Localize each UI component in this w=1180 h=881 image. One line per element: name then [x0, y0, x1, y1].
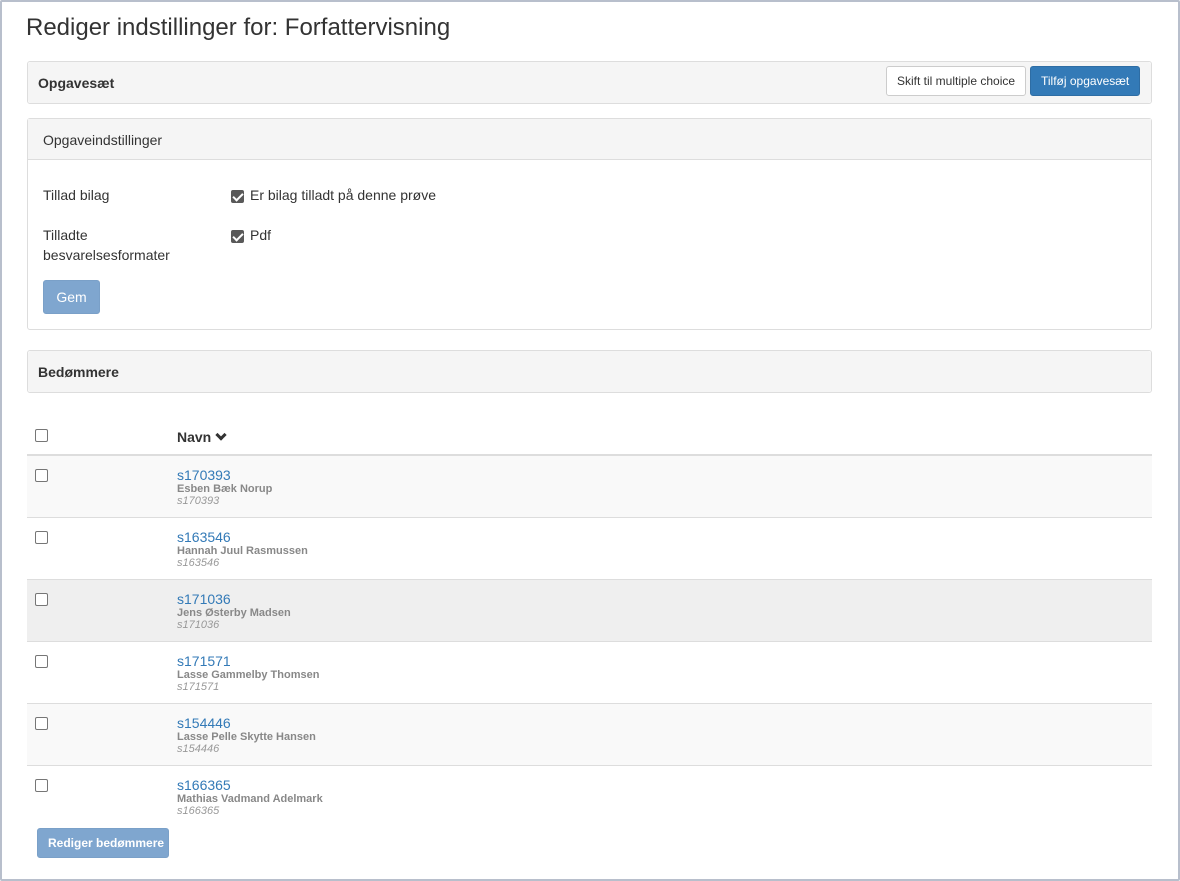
- chevron-down-icon: [215, 429, 227, 441]
- row-sub: s170393: [177, 495, 220, 507]
- bedoemmere-title: Bedømmere: [38, 364, 119, 380]
- column-header-navn-label: Navn: [177, 429, 212, 445]
- row-sub: s154446: [177, 743, 220, 755]
- row-checkbox[interactable]: [35, 717, 48, 730]
- settings-title: Opgaveindstillinger: [43, 132, 163, 148]
- row-id-link[interactable]: s170393: [177, 467, 231, 483]
- settings-panel: Opgaveindstillinger Tillad bilag Er bila…: [27, 118, 1152, 330]
- row-id-link[interactable]: s171571: [177, 653, 231, 669]
- bedoemmere-panel: Bedømmere: [27, 350, 1152, 393]
- bedoemmere-heading: Bedømmere: [28, 351, 1151, 392]
- edit-bedoemmere-button[interactable]: Rediger bedømmere: [37, 828, 169, 858]
- table-row: s154446 Lasse Pelle Skytte Hansen s15444…: [27, 704, 1152, 766]
- row-checkbox[interactable]: [35, 469, 48, 482]
- table-row: s170393 Esben Bæk Norup s170393: [27, 456, 1152, 518]
- row-name: Hannah Juul Rasmussen: [177, 545, 308, 557]
- row-checkbox[interactable]: [35, 531, 48, 544]
- column-header-navn[interactable]: Navn: [177, 429, 227, 445]
- opgavesaet-panel: Opgavesæt Skift til multiple choice Tilf…: [27, 61, 1152, 104]
- row-sub: s166365: [177, 805, 220, 817]
- row-name: Lasse Pelle Skytte Hansen: [177, 731, 316, 743]
- row-id-link[interactable]: s171036: [177, 591, 231, 607]
- table-row: s171571 Lasse Gammelby Thomsen s171571: [27, 642, 1152, 704]
- row-name: Esben Bæk Norup: [177, 483, 273, 495]
- row-sub: s163546: [177, 557, 220, 569]
- row-sub: s171571: [177, 681, 220, 693]
- table-row: s171036 Jens Østerby Madsen s171036: [27, 580, 1152, 642]
- table-body[interactable]: s170393 Esben Bæk Norup s170393 s163546 …: [27, 456, 1152, 818]
- table-header: Navn: [27, 417, 1152, 456]
- formats-label-line2: besvarelsesformater: [43, 247, 170, 263]
- table-row: s166365 Mathias Vadmand Adelmark s166365: [27, 766, 1152, 818]
- settings-heading: Opgaveindstillinger: [28, 119, 1151, 160]
- page-title: Rediger indstillinger for: Forfattervisn…: [26, 14, 451, 41]
- bedoemmere-table: Navn: [27, 417, 1152, 456]
- switch-multiple-choice-button[interactable]: Skift til multiple choice: [886, 66, 1026, 96]
- allow-attachments-checkbox-label: Er bilag tilladt på denne prøve: [250, 187, 436, 203]
- opgavesaet-title: Opgavesæt: [38, 75, 115, 91]
- row-checkbox[interactable]: [35, 593, 48, 606]
- format-pdf-label: Pdf: [250, 227, 272, 243]
- row-name: Lasse Gammelby Thomsen: [177, 669, 320, 681]
- add-opgavesaet-button[interactable]: Tilføj opgavesæt: [1030, 66, 1140, 96]
- allow-attachments-checkbox[interactable]: [231, 190, 244, 203]
- save-button[interactable]: Gem: [43, 280, 100, 314]
- row-name: Jens Østerby Madsen: [177, 607, 291, 619]
- formats-label-line1: Tilladte: [43, 227, 88, 243]
- allow-attachments-label: Tillad bilag: [43, 187, 110, 203]
- row-checkbox[interactable]: [35, 655, 48, 668]
- row-id-link[interactable]: s163546: [177, 529, 231, 545]
- row-name: Mathias Vadmand Adelmark: [177, 793, 323, 805]
- format-pdf-checkbox[interactable]: [231, 230, 244, 243]
- row-id-link[interactable]: s154446: [177, 715, 231, 731]
- row-checkbox[interactable]: [35, 779, 48, 792]
- row-sub: s171036: [177, 619, 220, 631]
- select-all-checkbox[interactable]: [35, 429, 48, 442]
- row-id-link[interactable]: s166365: [177, 777, 231, 793]
- table-row: s163546 Hannah Juul Rasmussen s163546: [27, 518, 1152, 580]
- opgavesaet-heading: Opgavesæt Skift til multiple choice Tilf…: [28, 62, 1151, 103]
